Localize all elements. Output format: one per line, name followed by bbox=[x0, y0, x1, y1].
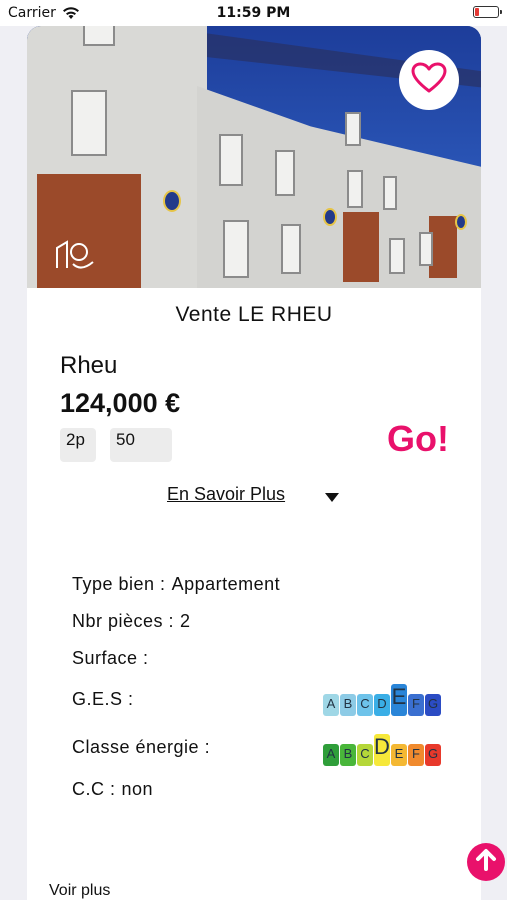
energy-label: Classe énergie : bbox=[72, 737, 211, 757]
energy-row: Classe énergie : bbox=[72, 737, 210, 758]
cc-label: C.C : bbox=[72, 779, 116, 799]
energy-grade-d: D bbox=[374, 734, 390, 766]
energy-rating-scale: ABCDEFG bbox=[323, 734, 442, 766]
see-more-link[interactable]: Voir plus bbox=[49, 882, 110, 900]
property-type-label: Type bien : bbox=[72, 574, 166, 594]
ges-grade-b: B bbox=[340, 694, 356, 716]
scroll-to-top-button[interactable] bbox=[467, 843, 505, 881]
arrow-up-icon bbox=[473, 847, 499, 877]
ges-grade-d: D bbox=[374, 694, 390, 716]
ges-row: G.E.S : bbox=[72, 689, 134, 710]
energy-grade-f: F bbox=[408, 744, 424, 766]
surface-chip: 50 bbox=[110, 428, 172, 462]
ges-grade-g: G bbox=[425, 694, 441, 716]
status-bar: Carrier 11:59 PM bbox=[0, 0, 507, 26]
listing-city: Rheu bbox=[60, 352, 118, 379]
property-type-value: Appartement bbox=[171, 574, 281, 594]
clock: 11:59 PM bbox=[216, 5, 291, 21]
energy-grade-b: B bbox=[340, 744, 356, 766]
listing-card: Vente LE RHEU Rheu 124,000 € 2p 50 Go! E… bbox=[27, 26, 481, 900]
battery-icon bbox=[473, 6, 502, 18]
favorite-button[interactable] bbox=[399, 50, 459, 110]
ges-grade-f: F bbox=[408, 694, 424, 716]
property-type-row: Type bien : Appartement bbox=[72, 574, 280, 595]
agency-logo bbox=[53, 238, 103, 280]
go-button[interactable]: Go! bbox=[387, 418, 449, 460]
energy-grade-c: C bbox=[357, 744, 373, 766]
rooms-chip: 2p bbox=[60, 428, 96, 462]
energy-grade-g: G bbox=[425, 744, 441, 766]
ges-grade-c: C bbox=[357, 694, 373, 716]
energy-grade-a: A bbox=[323, 744, 339, 766]
ges-grade-a: A bbox=[323, 694, 339, 716]
ges-label: G.E.S : bbox=[72, 689, 134, 709]
ges-grade-e: E bbox=[391, 684, 407, 716]
listing-title: Vente LE RHEU bbox=[175, 303, 333, 326]
chevron-down-icon[interactable] bbox=[325, 493, 339, 502]
listing-price: 124,000 € bbox=[60, 388, 181, 418]
ges-rating-scale: ABCDEFG bbox=[323, 684, 442, 716]
energy-grade-e: E bbox=[391, 744, 407, 766]
rooms-label: Nbr pièces : bbox=[72, 611, 175, 631]
surface-row: Surface : bbox=[72, 648, 149, 669]
rooms-row: Nbr pièces :2 bbox=[72, 611, 191, 632]
heart-icon bbox=[411, 62, 447, 98]
surface-label: Surface : bbox=[72, 648, 149, 668]
cc-value: non bbox=[121, 779, 154, 799]
more-info-link[interactable]: En Savoir Plus bbox=[167, 484, 285, 505]
cc-row: C.C : non bbox=[72, 779, 153, 800]
listing-photo[interactable] bbox=[27, 26, 481, 288]
rooms-value: 2 bbox=[180, 611, 191, 631]
